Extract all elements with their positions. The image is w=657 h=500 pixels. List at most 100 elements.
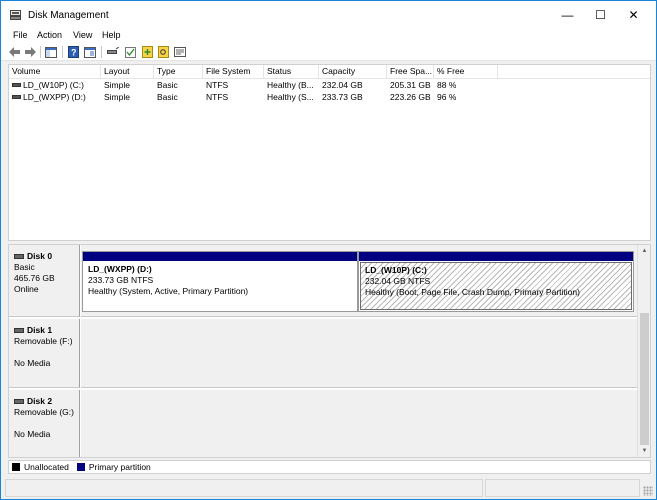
disk-type: Basic — [14, 262, 35, 272]
cell-capacity: 232.04 GB — [322, 80, 363, 90]
back-icon[interactable] — [9, 46, 21, 58]
partition-body: LD_(WXPP) (D:) 233.73 GB NTFS Healthy (S… — [84, 262, 356, 310]
cell-status: Healthy (B... — [267, 80, 314, 90]
cell-percent-free: 96 % — [437, 92, 457, 102]
new-volume-icon[interactable] — [141, 46, 153, 58]
resize-grip[interactable] — [643, 486, 653, 496]
close-button[interactable]: ✕ — [617, 1, 650, 29]
disk-management-window: Disk Management — ☐ ✕ File Action View H… — [0, 0, 657, 500]
legend-unallocated: Unallocated — [12, 462, 69, 472]
disk-name: Disk 0 — [27, 251, 53, 261]
column-file-system[interactable]: File System — [203, 65, 264, 79]
connect-icon[interactable] — [107, 46, 119, 58]
legend: Unallocated Primary partition — [8, 460, 651, 474]
disk-management-icon — [10, 10, 21, 20]
partition-color-bar — [83, 252, 357, 261]
table-row[interactable]: LD_(W10P) (C:) Simple Basic NTFS Healthy… — [9, 80, 650, 91]
disk-icon — [14, 399, 24, 404]
disk-name: Disk 2 — [27, 396, 53, 406]
cell-type: Basic — [157, 80, 178, 90]
volume-icon — [12, 82, 21, 87]
disk-state: No Media — [14, 429, 51, 439]
vertical-scrollbar[interactable]: ▲ ▼ — [637, 245, 650, 457]
toolbar-separator — [62, 46, 63, 58]
cell-type: Basic — [157, 92, 178, 102]
column-type[interactable]: Type — [154, 65, 203, 79]
disk-state: No Media — [14, 358, 51, 368]
disk-label-1[interactable]: Disk 1 Removable (F:) No Media — [9, 319, 80, 388]
scroll-thumb[interactable] — [640, 313, 649, 445]
menu-action[interactable]: Action — [37, 29, 62, 41]
cell-file-system: NTFS — [206, 92, 229, 102]
partition-c[interactable]: LD_(W10P) (C:) 232.04 GB NTFS Healthy (B… — [358, 251, 634, 312]
partition-size: 233.73 GB NTFS — [88, 275, 154, 285]
toolbar-separator — [40, 46, 41, 58]
disk-type: Removable (F:) — [14, 336, 73, 346]
disk-label-0[interactable]: Disk 0 Basic 465.76 GB Online — [9, 245, 80, 317]
scroll-up-icon[interactable]: ▲ — [638, 245, 650, 257]
column-status[interactable]: Status — [264, 65, 319, 79]
disk-state: Online — [14, 284, 39, 294]
disk-spacer — [14, 347, 79, 358]
volume-list[interactable]: Volume Layout Type File System Status Ca… — [8, 64, 651, 241]
check-icon[interactable] — [124, 46, 136, 58]
disk-area-0: LD_(WXPP) (D:) 233.73 GB NTFS Healthy (S… — [81, 245, 637, 317]
menu-help[interactable]: Help — [102, 29, 121, 41]
cell-percent-free: 88 % — [437, 80, 457, 90]
partition-body-selected: LD_(W10P) (C:) 232.04 GB NTFS Healthy (B… — [360, 262, 632, 310]
cell-free-space: 223.26 GB — [390, 92, 431, 102]
disk-area-1 — [81, 319, 637, 388]
disk-label-2[interactable]: Disk 2 Removable (G:) No Media — [9, 390, 80, 457]
volume-icon — [12, 94, 21, 99]
disk-size: 465.76 GB — [14, 273, 55, 283]
window-title: Disk Management — [28, 10, 109, 21]
cell-capacity: 233.73 GB — [322, 92, 363, 102]
list-header: Volume Layout Type File System Status Ca… — [9, 65, 650, 79]
console-tree-icon[interactable] — [45, 46, 57, 58]
status-cell-secondary — [485, 479, 640, 497]
help-icon[interactable]: ? — [67, 46, 79, 58]
partition-d[interactable]: LD_(WXPP) (D:) 233.73 GB NTFS Healthy (S… — [82, 251, 358, 312]
properties-icon[interactable] — [84, 46, 96, 58]
disk-spacer — [14, 418, 79, 429]
column-capacity[interactable]: Capacity — [319, 65, 387, 79]
column-free-space[interactable]: Free Spa... — [387, 65, 434, 79]
disk-layout-pane: Disk 0 Basic 465.76 GB Online LD_(WXPP) … — [8, 244, 651, 458]
disk-icon — [14, 254, 24, 259]
scroll-down-icon[interactable]: ▼ — [638, 445, 650, 457]
table-row[interactable]: LD_(WXPP) (D:) Simple Basic NTFS Healthy… — [9, 92, 650, 103]
unallocated-swatch — [12, 463, 20, 471]
column-volume[interactable]: Volume — [9, 65, 101, 79]
menu-view[interactable]: View — [73, 29, 92, 41]
primary-swatch — [76, 463, 85, 471]
menu-file[interactable]: File — [13, 29, 28, 41]
status-cell-main — [5, 479, 483, 497]
cell-volume: LD_(W10P) (C:) — [12, 80, 101, 91]
title-bar[interactable]: Disk Management — ☐ ✕ — [1, 1, 656, 29]
disk-type: Removable (G:) — [14, 407, 74, 417]
partition-status: Healthy (Boot, Page File, Crash Dump, Pr… — [365, 287, 580, 297]
volume-name: LD_(WXPP) (D:) — [23, 92, 86, 102]
partition-color-bar — [359, 252, 633, 261]
column-layout[interactable]: Layout — [101, 65, 154, 79]
maximize-button[interactable]: ☐ — [584, 1, 617, 29]
cell-volume: LD_(WXPP) (D:) — [12, 92, 101, 103]
volume-name: LD_(W10P) (C:) — [23, 80, 84, 90]
menu-bar: File Action View Help — [1, 29, 656, 43]
settings-icon[interactable] — [174, 46, 186, 58]
legend-label: Primary partition — [88, 462, 151, 472]
disk-row-0: Disk 0 Basic 465.76 GB Online LD_(WXPP) … — [9, 245, 637, 317]
find-icon[interactable] — [157, 46, 169, 58]
column-percent-free[interactable]: % Free — [434, 65, 498, 79]
partition-name: LD_(W10P) (C:) — [365, 265, 427, 275]
cell-layout: Simple — [104, 92, 130, 102]
minimize-button[interactable]: — — [551, 1, 584, 29]
cell-layout: Simple — [104, 80, 130, 90]
svg-text:?: ? — [71, 48, 77, 58]
status-bar — [1, 477, 656, 499]
partition-name: LD_(WXPP) (D:) — [88, 264, 152, 274]
cell-file-system: NTFS — [206, 80, 229, 90]
forward-icon[interactable] — [24, 46, 36, 58]
legend-label: Unallocated — [24, 462, 69, 472]
toolbar: ? — [1, 43, 656, 61]
